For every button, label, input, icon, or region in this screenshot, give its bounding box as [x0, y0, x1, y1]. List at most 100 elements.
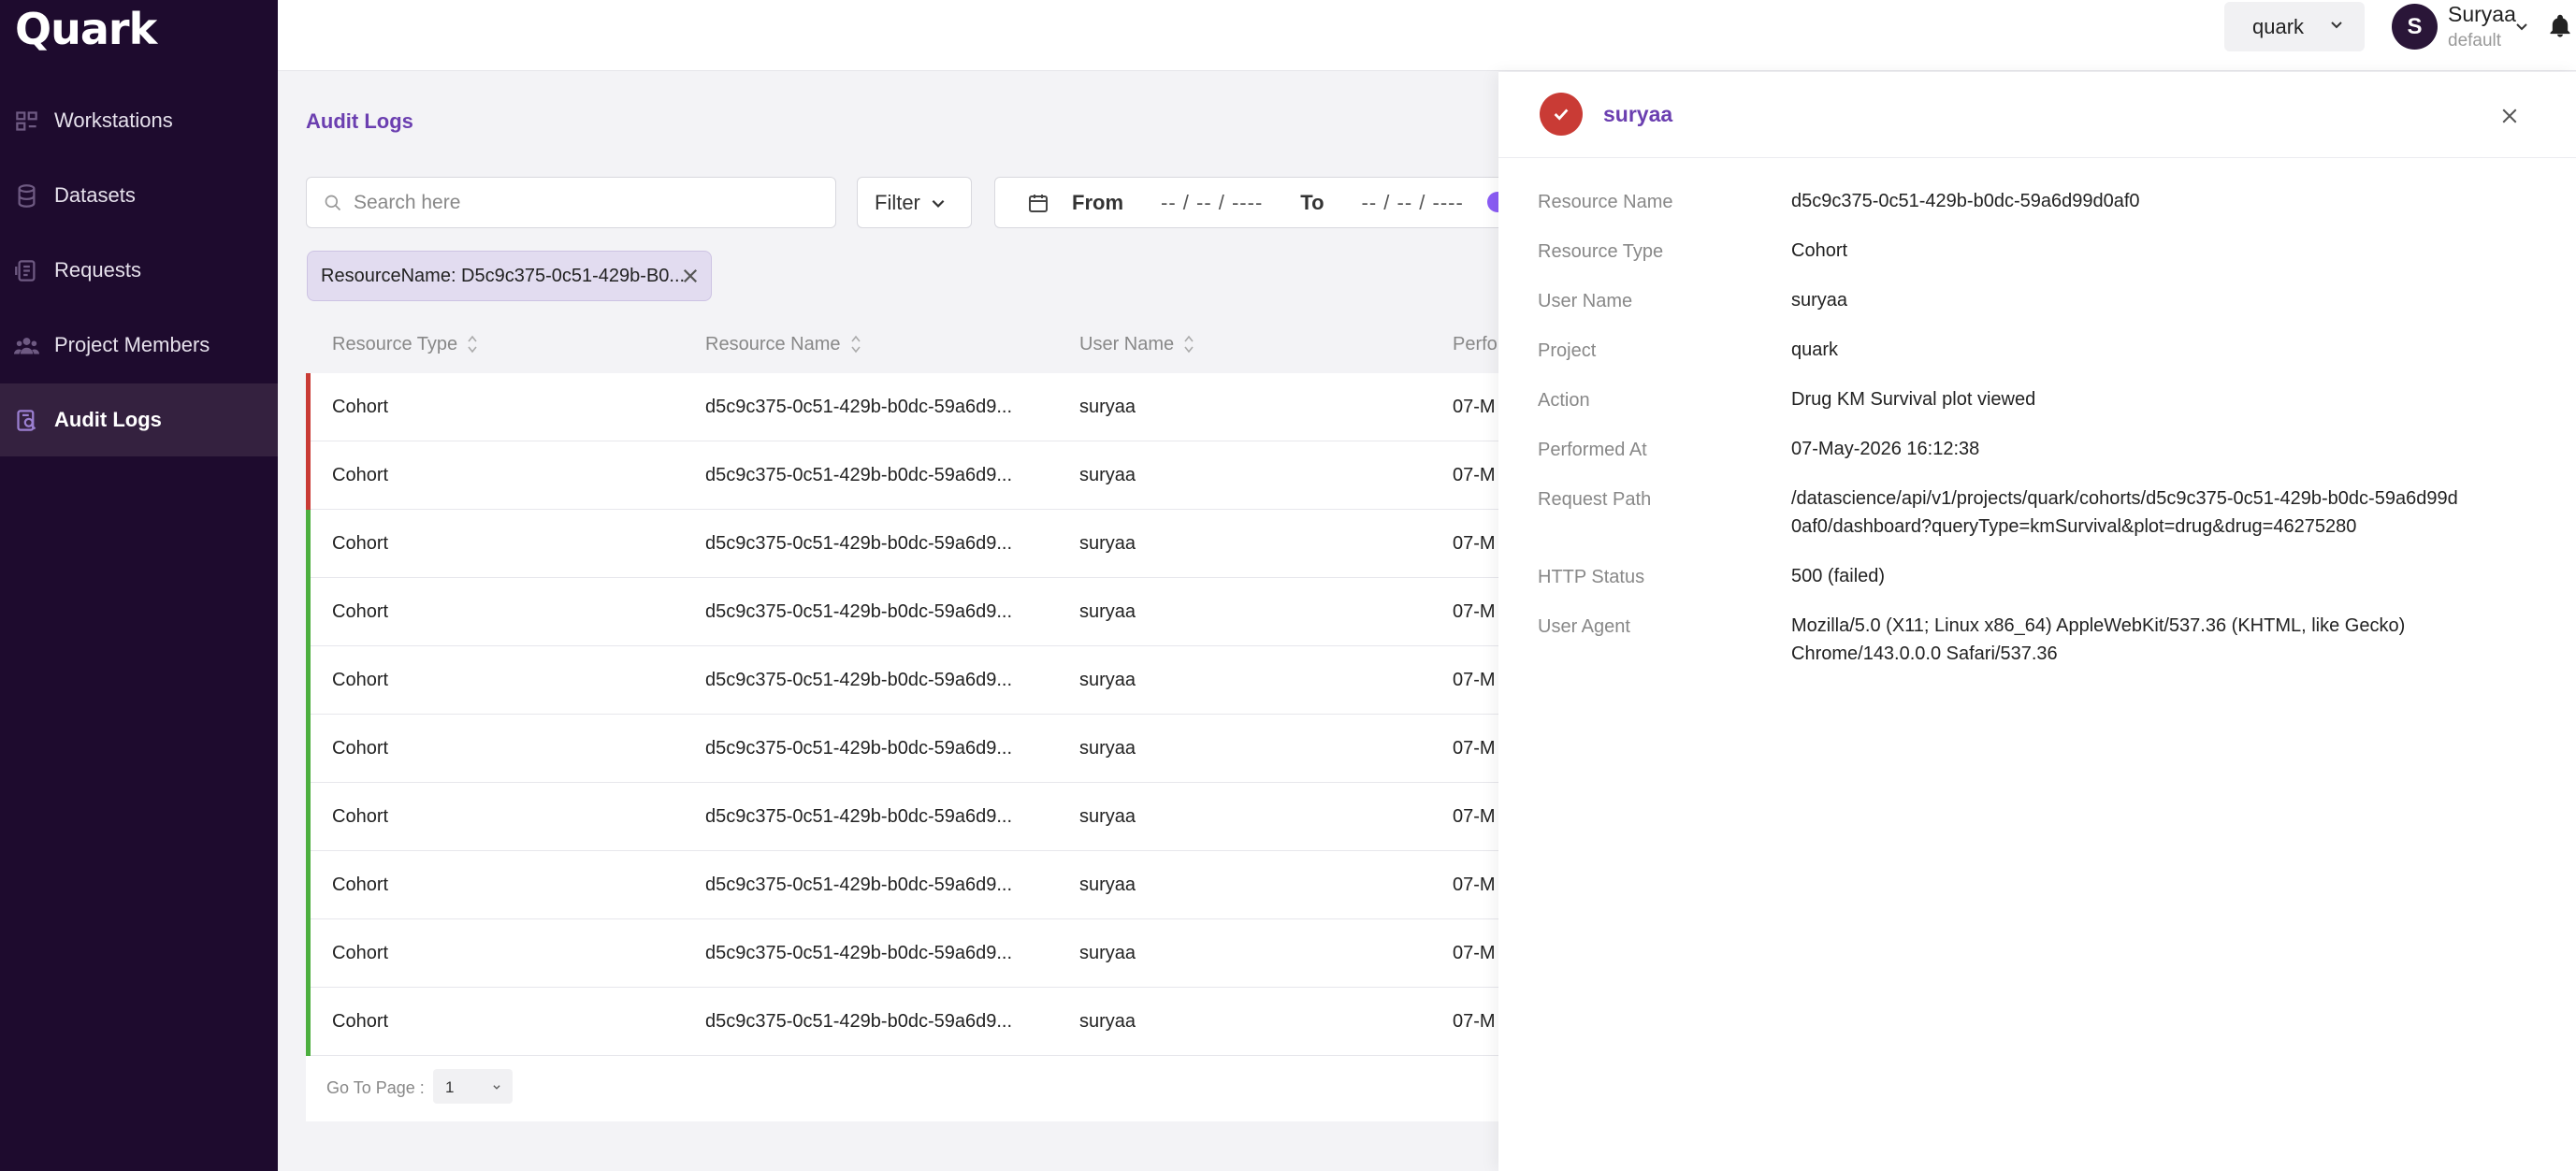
chevron-down-icon [2331, 22, 2342, 29]
users-icon [14, 337, 39, 354]
column-header-label: Perfo [1453, 333, 1498, 354]
field-value: 07-May-2026 16:12:38 [1791, 439, 1980, 459]
column-header-performed-at[interactable]: Perfo [1453, 334, 1498, 355]
cell-user-name: suryaa [1079, 533, 1136, 554]
avatar[interactable]: S [2392, 4, 2438, 50]
sidebar-item-label: Workstations [54, 108, 173, 132]
chevron-down-icon [493, 1085, 500, 1090]
sidebar-item-label: Requests [54, 258, 141, 282]
requests-icon [15, 259, 36, 282]
bell-icon[interactable] [2547, 13, 2573, 39]
cell-user-name: suryaa [1079, 397, 1136, 417]
sidebar-item-datasets[interactable]: Datasets [0, 159, 278, 232]
table-row[interactable]: Cohort d5c9c375-0c51-429b-b0dc-59a6d9... s… [306, 646, 1615, 715]
column-header-label: Resource Name [705, 333, 841, 354]
status-bar [306, 715, 311, 783]
detail-drawer: suryaa Resource Name d5c9c375-0c51-429b-b… [1498, 72, 2576, 1171]
column-header-resource-name[interactable]: Resource Name [705, 334, 861, 355]
close-icon[interactable] [681, 267, 700, 285]
from-date-input[interactable]: -- / -- / ---- [1161, 191, 1263, 215]
cell-user-name: suryaa [1079, 806, 1136, 827]
cell-resource-name: d5c9c375-0c51-429b-b0dc-59a6d9... [705, 670, 1013, 690]
field-label: Resource Name [1538, 192, 1673, 212]
calendar-icon [1029, 194, 1048, 212]
table-row[interactable]: Cohort d5c9c375-0c51-429b-b0dc-59a6d9... s… [306, 441, 1615, 510]
table-row[interactable]: Cohort d5c9c375-0c51-429b-b0dc-59a6d9... s… [306, 510, 1615, 578]
column-header-label: Resource Type [332, 333, 458, 354]
cell-performed-at: 07-M [1453, 533, 1496, 554]
sidebar-item-project-members[interactable]: Project Members [0, 309, 278, 382]
table-row[interactable]: Cohort d5c9c375-0c51-429b-b0dc-59a6d9... s… [306, 783, 1615, 851]
to-date-input[interactable]: -- / -- / ---- [1362, 191, 1464, 215]
table-row[interactable]: Cohort d5c9c375-0c51-429b-b0dc-59a6d9... s… [306, 578, 1615, 646]
database-icon [18, 183, 36, 208]
cell-user-name: suryaa [1079, 738, 1136, 759]
cell-user-name: suryaa [1079, 943, 1136, 963]
audit-table: Resource Type Resource Name User Name Pe… [306, 315, 1615, 1121]
workstation-icon [16, 110, 37, 131]
user-role: default [2448, 31, 2502, 51]
sidebar-item-label: Datasets [54, 183, 136, 207]
search-icon [325, 195, 341, 210]
status-bar [306, 988, 311, 1056]
field-label: User Agent [1538, 616, 1630, 637]
table-row[interactable]: Cohort d5c9c375-0c51-429b-b0dc-59a6d9... s… [306, 919, 1615, 988]
status-bar [306, 919, 311, 988]
cell-performed-at: 07-M [1453, 601, 1496, 622]
project-select[interactable]: quark [2224, 2, 2365, 51]
sort-icon [850, 335, 861, 354]
filter-button[interactable]: Filter [857, 177, 972, 228]
field-label: Action [1538, 390, 1590, 411]
column-header-user-name[interactable]: User Name [1079, 334, 1194, 355]
status-bar [306, 441, 311, 510]
field-value: suryaa [1791, 290, 1848, 311]
sidebar-item-requests[interactable]: Requests [0, 234, 278, 307]
field-value: 500 (failed) [1791, 566, 1886, 586]
table-row[interactable]: Cohort d5c9c375-0c51-429b-b0dc-59a6d9... s… [306, 373, 1615, 441]
cell-user-name: suryaa [1079, 670, 1136, 690]
user-name[interactable]: Suryaa [2448, 2, 2516, 27]
sidebar-item-workstations[interactable]: Workstations [0, 84, 278, 157]
column-header-resource-type[interactable]: Resource Type [332, 334, 478, 355]
page-select[interactable]: 1 [433, 1069, 513, 1104]
cell-resource-name: d5c9c375-0c51-429b-b0dc-59a6d9... [705, 738, 1013, 759]
cell-user-name: suryaa [1079, 875, 1136, 895]
table-row[interactable]: Cohort d5c9c375-0c51-429b-b0dc-59a6d9... s… [306, 988, 1615, 1056]
project-select-value: quark [2252, 14, 2305, 38]
cell-resource-name: d5c9c375-0c51-429b-b0dc-59a6d9... [705, 875, 1013, 895]
cell-resource-name: d5c9c375-0c51-429b-b0dc-59a6d9... [705, 397, 1013, 417]
cell-resource-type: Cohort [332, 465, 389, 485]
table-row[interactable]: Cohort d5c9c375-0c51-429b-b0dc-59a6d9... s… [306, 851, 1615, 919]
status-indicator [1540, 93, 1583, 136]
page-select-value: 1 [445, 1078, 455, 1096]
field-value: d5c9c375-0c51-429b-b0dc-59a6d99d0af0 [1791, 191, 2140, 211]
cell-user-name: suryaa [1079, 601, 1136, 622]
field-label: Performed At [1538, 440, 1647, 460]
cell-performed-at: 07-M [1453, 670, 1496, 690]
field-value: Cohort [1791, 240, 1848, 261]
field-value: Mozilla/5.0 (X11; Linux x86_64) AppleWeb… [1791, 615, 2406, 664]
chevron-down-icon[interactable] [2514, 19, 2529, 34]
field-label: User Name [1538, 291, 1633, 311]
table-row[interactable]: Cohort d5c9c375-0c51-429b-b0dc-59a6d9... s… [306, 715, 1615, 783]
go-to-page-label: Go To Page : [326, 1078, 425, 1097]
field-label: Resource Type [1538, 241, 1664, 262]
drawer-title: suryaa [1603, 102, 1673, 126]
sidebar-item-audit-logs[interactable]: Audit Logs [0, 383, 278, 456]
page-title: Audit Logs [306, 109, 413, 133]
table-header: Resource Type Resource Name User Name Pe… [306, 315, 1615, 373]
cell-performed-at: 07-M [1453, 943, 1496, 963]
close-icon[interactable] [2501, 108, 2518, 124]
status-bar [306, 510, 311, 578]
cell-resource-type: Cohort [332, 601, 389, 622]
table-body: Cohort d5c9c375-0c51-429b-b0dc-59a6d9... s… [306, 373, 1615, 1056]
cell-user-name: suryaa [1079, 1011, 1136, 1032]
sidebar: Quark Workstations Datasets Requests Pro… [0, 0, 278, 1171]
column-header-label: User Name [1079, 333, 1175, 354]
cell-resource-type: Cohort [332, 397, 389, 417]
field-value: Drug KM Survival plot viewed [1791, 389, 2036, 410]
search-input[interactable] [354, 191, 821, 214]
search-box[interactable] [306, 177, 836, 228]
cell-performed-at: 07-M [1453, 806, 1496, 827]
status-bar [306, 646, 311, 715]
